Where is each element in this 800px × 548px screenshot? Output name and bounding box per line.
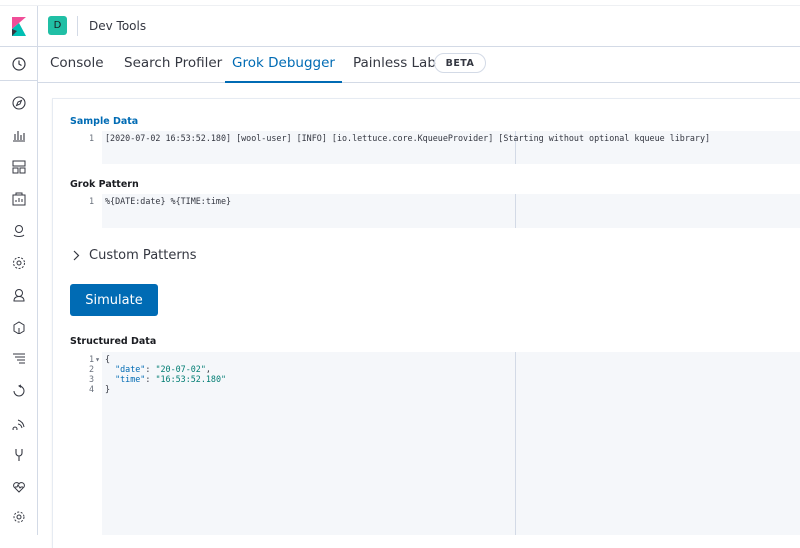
- nav-divider: [0, 80, 38, 81]
- dashboard-icon[interactable]: [9, 157, 29, 177]
- header-separator: [77, 16, 78, 36]
- header-top-line: [0, 5, 800, 6]
- json-colon: :: [145, 364, 156, 374]
- json-comma: ,: [205, 364, 211, 374]
- logs-icon[interactable]: [9, 317, 29, 337]
- print-margin: [515, 352, 516, 535]
- dev-tools-tabs: Console Search Profiler Grok Debugger Pa…: [38, 47, 800, 83]
- structured-data-output: 1 ▾ 2 3 4 { "date": "20-07-02", "time": …: [70, 352, 800, 535]
- json-key-date: "date": [115, 364, 146, 374]
- line-number: 1: [88, 133, 94, 143]
- line-number: 4: [88, 384, 94, 394]
- grok-pattern-editor[interactable]: 1 %{DATE:date} %{TIME:time}: [70, 194, 800, 228]
- sample-data-editor[interactable]: 1 [2020-07-02 16:53:52.180] [wool-user] …: [70, 131, 800, 164]
- editor-code-area: { "date": "20-07-02", "time": "16:53:52.…: [102, 352, 800, 535]
- apm-icon[interactable]: [9, 349, 29, 369]
- monitoring-icon[interactable]: [9, 477, 29, 497]
- editor-code-area: %{DATE:date} %{TIME:time}: [102, 194, 800, 228]
- custom-patterns-toggle[interactable]: Custom Patterns: [72, 248, 196, 263]
- chevron-right-icon: [73, 250, 80, 261]
- fold-marker-icon[interactable]: ▾: [95, 354, 101, 365]
- simulate-button[interactable]: Simulate: [70, 284, 158, 316]
- tab-search-profiler[interactable]: Search Profiler: [124, 47, 222, 83]
- code-line: [2020-07-02 16:53:52.180] [wool-user] [I…: [105, 133, 711, 143]
- uptime-icon[interactable]: [9, 381, 29, 401]
- code-line: "time": "16:53:52.180": [105, 374, 226, 385]
- kibana-logo-icon: [11, 16, 26, 36]
- json-value-time: "16:53:52.180": [155, 374, 227, 384]
- json-close-brace: }: [105, 384, 111, 394]
- side-nav: [0, 47, 38, 535]
- editor-gutter: 1: [70, 194, 102, 228]
- visualize-icon[interactable]: [9, 125, 29, 145]
- tab-console[interactable]: Console: [50, 47, 104, 83]
- space-avatar[interactable]: D: [48, 16, 67, 35]
- tab-painless-lab[interactable]: Painless Lab: [353, 47, 436, 83]
- tab-grok-debugger[interactable]: Grok Debugger: [225, 47, 342, 83]
- code-line: %{DATE:date} %{TIME:time}: [105, 196, 232, 206]
- editor-code-area: [2020-07-02 16:53:52.180] [wool-user] [I…: [102, 131, 800, 164]
- gear-icon[interactable]: [9, 507, 29, 527]
- maps-icon[interactable]: [9, 221, 29, 241]
- dev-tools-icon[interactable]: [9, 445, 29, 465]
- sample-data-label: Sample Data: [70, 116, 139, 127]
- json-open-brace: {: [105, 354, 111, 364]
- structured-data-label: Structured Data: [70, 336, 157, 347]
- grok-pattern-label: Grok Pattern: [70, 179, 139, 190]
- code-line: }: [105, 384, 110, 395]
- json-key-time: "time": [115, 374, 146, 384]
- breadcrumb: Dev Tools: [89, 19, 147, 33]
- clock-icon[interactable]: [9, 54, 29, 74]
- ml-icon[interactable]: [9, 253, 29, 273]
- fleet-icon[interactable]: [9, 413, 29, 433]
- beta-badge: BETA: [434, 53, 486, 73]
- compass-icon[interactable]: [9, 93, 29, 113]
- siem-icon[interactable]: [9, 285, 29, 305]
- editor-gutter: 1: [70, 131, 102, 164]
- kibana-logo[interactable]: [0, 6, 38, 46]
- top-header: D Dev Tools: [0, 0, 800, 47]
- json-colon: :: [145, 374, 156, 384]
- line-number: 1: [88, 196, 94, 206]
- custom-patterns-label: Custom Patterns: [89, 248, 197, 263]
- json-value-date: "20-07-02": [155, 364, 206, 374]
- print-margin: [515, 194, 516, 228]
- canvas-icon[interactable]: [9, 189, 29, 209]
- editor-gutter: 1 ▾ 2 3 4: [70, 352, 102, 535]
